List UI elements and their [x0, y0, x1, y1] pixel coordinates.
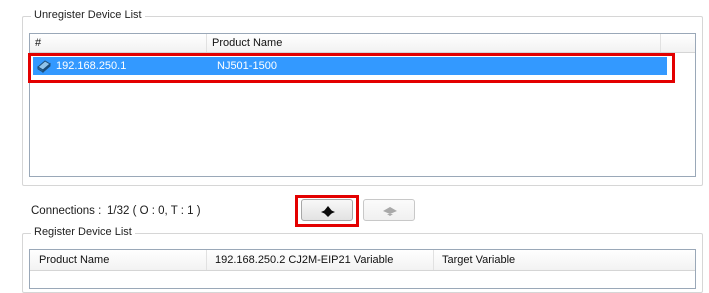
register-device-list[interactable]: Product Name 192.168.250.2 CJ2M-EIP21 Va…: [29, 249, 696, 289]
column-header-product-name[interactable]: Product Name: [30, 250, 207, 270]
row-highlight-frame: [28, 53, 675, 83]
arrow-up-icon: [383, 207, 397, 216]
unregister-device-group-title: Unregister Device List: [31, 9, 145, 22]
column-header-number[interactable]: #: [30, 34, 207, 52]
column-header-target-variable[interactable]: Target Variable: [434, 250, 695, 270]
register-list-header: Product Name 192.168.250.2 CJ2M-EIP21 Va…: [30, 250, 695, 271]
column-header-filler: [661, 34, 695, 52]
unregister-list-header: # Product Name: [30, 34, 695, 53]
column-header-variable[interactable]: 192.168.250.2 CJ2M-EIP21 Variable: [207, 250, 434, 270]
column-header-product-name[interactable]: Product Name: [207, 34, 661, 52]
register-device-group-title: Register Device List: [31, 226, 135, 239]
register-button-highlight-frame: [295, 195, 359, 227]
unregister-device-button[interactable]: [363, 199, 415, 221]
connections-value: 1/32 ( O : 0, T : 1 ): [107, 205, 201, 217]
connections-label: Connections :: [31, 205, 102, 217]
